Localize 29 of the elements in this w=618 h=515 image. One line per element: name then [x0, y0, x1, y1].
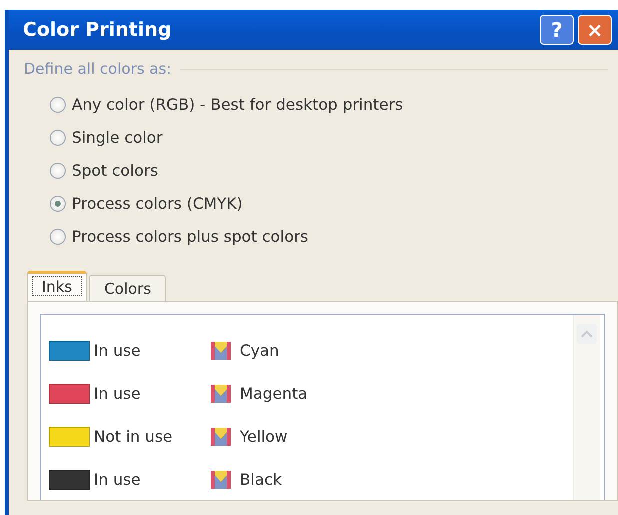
- ink-status: In use: [93, 470, 142, 488]
- radio-button[interactable]: [50, 96, 66, 112]
- radio-button[interactable]: [50, 162, 66, 178]
- window-title: Color Printing: [23, 19, 173, 41]
- tab[interactable]: Inks: [27, 271, 88, 301]
- radio-label[interactable]: Process colors (CMYK): [72, 194, 243, 212]
- ink-icon: [210, 426, 232, 448]
- ink-icon: [210, 340, 232, 362]
- radio-button[interactable]: [50, 196, 66, 212]
- ink-icon: [210, 382, 232, 404]
- radio-button[interactable]: [50, 228, 66, 244]
- ink-name: Black: [240, 470, 282, 488]
- radio-label[interactable]: Process colors plus spot colors: [72, 228, 309, 246]
- help-button[interactable]: ?: [540, 15, 574, 45]
- tab[interactable]: Colors: [89, 275, 166, 301]
- radio-label[interactable]: Any color (RGB) - Best for desktop printers: [72, 96, 404, 114]
- ink-name: Yellow: [240, 428, 288, 446]
- radio-label[interactable]: Spot colors: [72, 162, 158, 180]
- ink-name: Cyan: [240, 342, 280, 360]
- radio-button[interactable]: [50, 130, 66, 146]
- ink-icon: [210, 468, 232, 490]
- ink-name: Magenta: [240, 384, 308, 402]
- ink-status: Not in use: [93, 428, 174, 446]
- group-label: Define all colors as:: [24, 60, 172, 78]
- scrollbar[interactable]: [573, 315, 600, 500]
- ink-status: In use: [93, 384, 142, 402]
- ink-status: In use: [93, 342, 142, 360]
- scroll-up-icon[interactable]: [576, 323, 598, 345]
- radio-label[interactable]: Single color: [72, 128, 163, 146]
